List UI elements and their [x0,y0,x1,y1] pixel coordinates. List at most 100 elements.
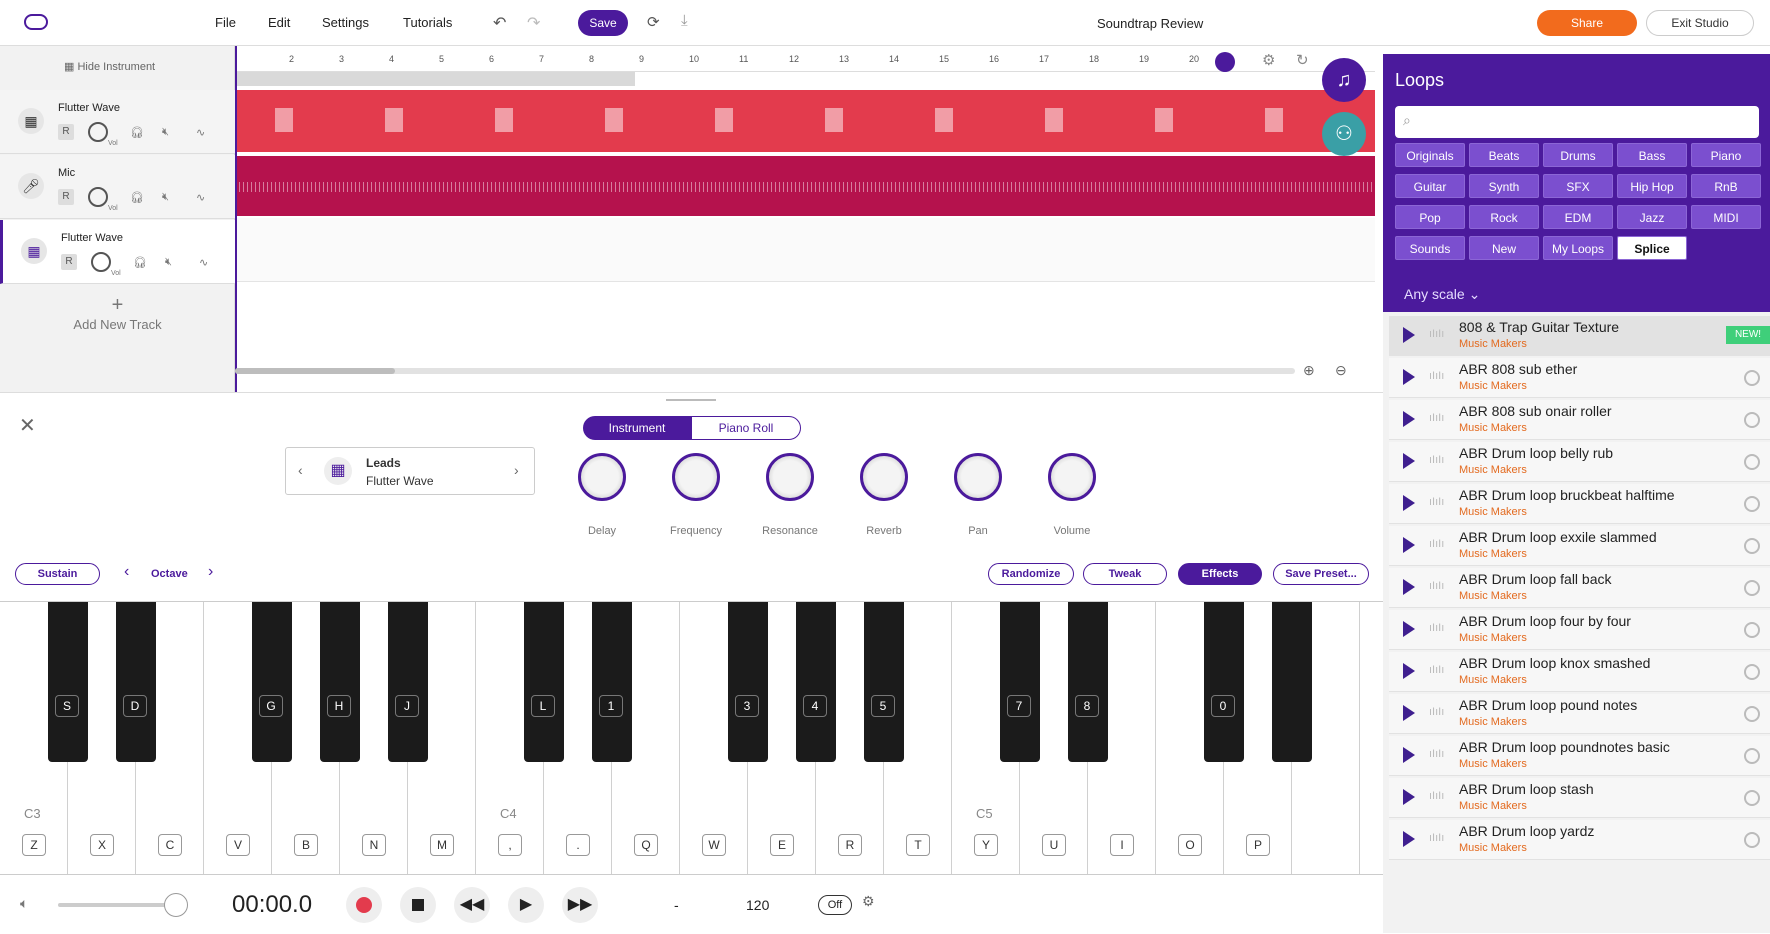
record-arm-button[interactable]: R [61,254,77,270]
effects-button[interactable]: Effects [1178,563,1262,585]
volume-knob[interactable] [88,122,108,142]
chip-midi[interactable]: MIDI [1691,205,1761,229]
black-key[interactable]: 5 [864,602,904,762]
scrollbar-thumb[interactable] [235,368,395,374]
black-key[interactable]: L [524,602,564,762]
tuner-icon[interactable] [1215,52,1235,72]
loop-toggle-icon[interactable]: ↻ [1296,51,1309,69]
black-key[interactable] [1272,602,1312,762]
close-icon[interactable]: ✕ [19,413,36,438]
play-icon[interactable] [1403,495,1415,511]
chip-my-loops[interactable]: My Loops [1543,236,1613,260]
play-icon[interactable] [1403,789,1415,805]
chip-sfx[interactable]: SFX [1543,174,1613,198]
octave-down-icon[interactable]: ‹ [124,563,129,581]
mic-clip[interactable] [235,156,1375,216]
chip-hip-hop[interactable]: Hip Hop [1617,174,1687,198]
record-arm-button[interactable]: R [58,189,74,205]
black-key[interactable]: G [252,602,292,762]
play-icon[interactable] [1403,705,1415,721]
chip-bass[interactable]: Bass [1617,143,1687,167]
sustain-button[interactable]: Sustain [15,563,100,585]
scale-dropdown[interactable]: Any scale ⌄ [1404,286,1480,303]
mute-icon[interactable]: 🔇︎ [162,126,169,139]
play-icon[interactable] [1403,369,1415,385]
black-key[interactable]: 8 [1068,602,1108,762]
headphones-icon[interactable]: 🎧︎ [130,126,144,139]
loop-item[interactable]: ıIıIı ABR Drum loop exxile slammed Music M… [1389,526,1770,566]
volume-knob[interactable] [1048,453,1096,501]
track-row[interactable]: ▦ Flutter Wave R Vol 🎧︎ 🔇︎ ∿ [0,90,235,154]
zoom-in-icon[interactable]: ⊕ [1303,362,1315,379]
rewind-button[interactable]: ◀◀ [454,887,490,923]
menu-file[interactable]: File [215,15,236,30]
play-button[interactable]: ▶ [508,887,544,923]
tempo-field[interactable]: 120 [746,897,769,913]
menu-edit[interactable]: Edit [268,15,290,30]
frequency-knob[interactable] [672,453,720,501]
empty-track-lane[interactable] [235,218,1375,282]
chip-rnb[interactable]: RnB [1691,174,1761,198]
loops-music-note-button[interactable]: ♫ [1322,58,1366,102]
timeline-ruler[interactable]: 2 3 4 5 6 7 8 9 10 11 12 13 14 15 16 17 … [235,46,1375,72]
loop-item[interactable]: ıIıIı ABR Drum loop four by four Music Mak… [1389,610,1770,650]
headphones-icon[interactable]: 🎧︎ [130,191,144,204]
chip-edm[interactable]: EDM [1543,205,1613,229]
octave-up-icon[interactable]: › [208,563,213,581]
automation-icon[interactable]: ∿ [196,126,205,139]
chevron-left-icon[interactable]: ‹ [298,462,303,478]
volume-knob[interactable] [91,252,111,272]
play-icon[interactable] [1403,537,1415,553]
loop-item[interactable]: ıIıIı ABR Drum loop knox smashed Music Mak… [1389,652,1770,692]
chip-new[interactable]: New [1469,236,1539,260]
tweak-button[interactable]: Tweak [1083,563,1167,585]
preset-selector[interactable]: ‹ ▦ Leads Flutter Wave › [285,447,535,495]
black-key[interactable]: J [388,602,428,762]
resonance-knob[interactable] [766,453,814,501]
play-icon[interactable] [1403,663,1415,679]
chip-sounds[interactable]: Sounds [1395,236,1465,260]
play-icon[interactable] [1403,831,1415,847]
headphones-icon[interactable]: 🎧︎ [133,256,147,269]
master-volume-slider[interactable] [58,903,178,907]
delay-knob[interactable] [578,453,626,501]
black-key[interactable]: H [320,602,360,762]
share-button[interactable]: Share [1537,10,1637,36]
redo-icon[interactable]: ↷ [527,13,540,33]
chip-piano[interactable]: Piano [1691,143,1761,167]
play-icon[interactable] [1403,453,1415,469]
track-row-selected[interactable]: ▦ Flutter Wave R Vol 🎧︎ 🔇︎ ∿ [0,220,235,284]
black-key[interactable]: S [48,602,88,762]
stop-button[interactable] [400,887,436,923]
randomize-button[interactable]: Randomize [988,563,1074,585]
loop-item[interactable]: ıIıIı ABR Drum loop bruckbeat halftime Mus… [1389,484,1770,524]
loop-item[interactable]: ıIıIı ABR Drum loop poundnotes basic Music… [1389,736,1770,776]
loop-item[interactable]: ıIıIı 808 & Trap Guitar Texture Music Ma… [1389,316,1770,356]
chip-guitar[interactable]: Guitar [1395,174,1465,198]
pan-knob[interactable] [954,453,1002,501]
black-key[interactable]: D [116,602,156,762]
save-button[interactable]: Save [578,10,628,36]
mute-icon[interactable]: 🔇︎ [162,191,169,204]
play-icon[interactable] [1403,747,1415,763]
black-key[interactable]: 0 [1204,602,1244,762]
automation-icon[interactable]: ∿ [196,191,205,204]
loop-item[interactable]: ıIıIı ABR Drum loop pound notes Music Make… [1389,694,1770,734]
synth-clip[interactable] [235,90,1375,152]
zoom-out-icon[interactable]: ⊖ [1335,362,1347,379]
panel-resize-handle[interactable] [666,399,716,401]
timeline[interactable]: 2 3 4 5 6 7 8 9 10 11 12 13 14 15 16 17 … [235,46,1375,392]
chip-jazz[interactable]: Jazz [1617,205,1687,229]
chip-splice[interactable]: Splice [1617,236,1687,260]
piano-keyboard[interactable]: Z X C V B N M,. Q W E R T Y U I O P C3 C4 C5 S D G H J L 1 3 4 5 7 8 0 [0,601,1383,875]
save-preset-button[interactable]: Save Preset... [1273,563,1369,585]
hide-instrument-button[interactable]: ▦ Hide Instrument [64,60,155,73]
refresh-icon[interactable]: ⟳ [647,13,660,31]
loop-item[interactable]: ıIıIı ABR Drum loop belly rub Music Makers [1389,442,1770,482]
metronome-gear-icon[interactable]: ⚙︎ [862,893,875,910]
loop-item[interactable]: ıIıIı ABR 808 sub ether Music Makers [1389,358,1770,398]
chevron-right-icon[interactable]: › [514,462,519,478]
track-row[interactable]: 🎤︎ Mic R Vol 🎧︎ 🔇︎ ∿ [0,155,235,219]
record-button[interactable] [346,887,382,923]
tab-piano-roll[interactable]: Piano Roll [691,416,801,440]
